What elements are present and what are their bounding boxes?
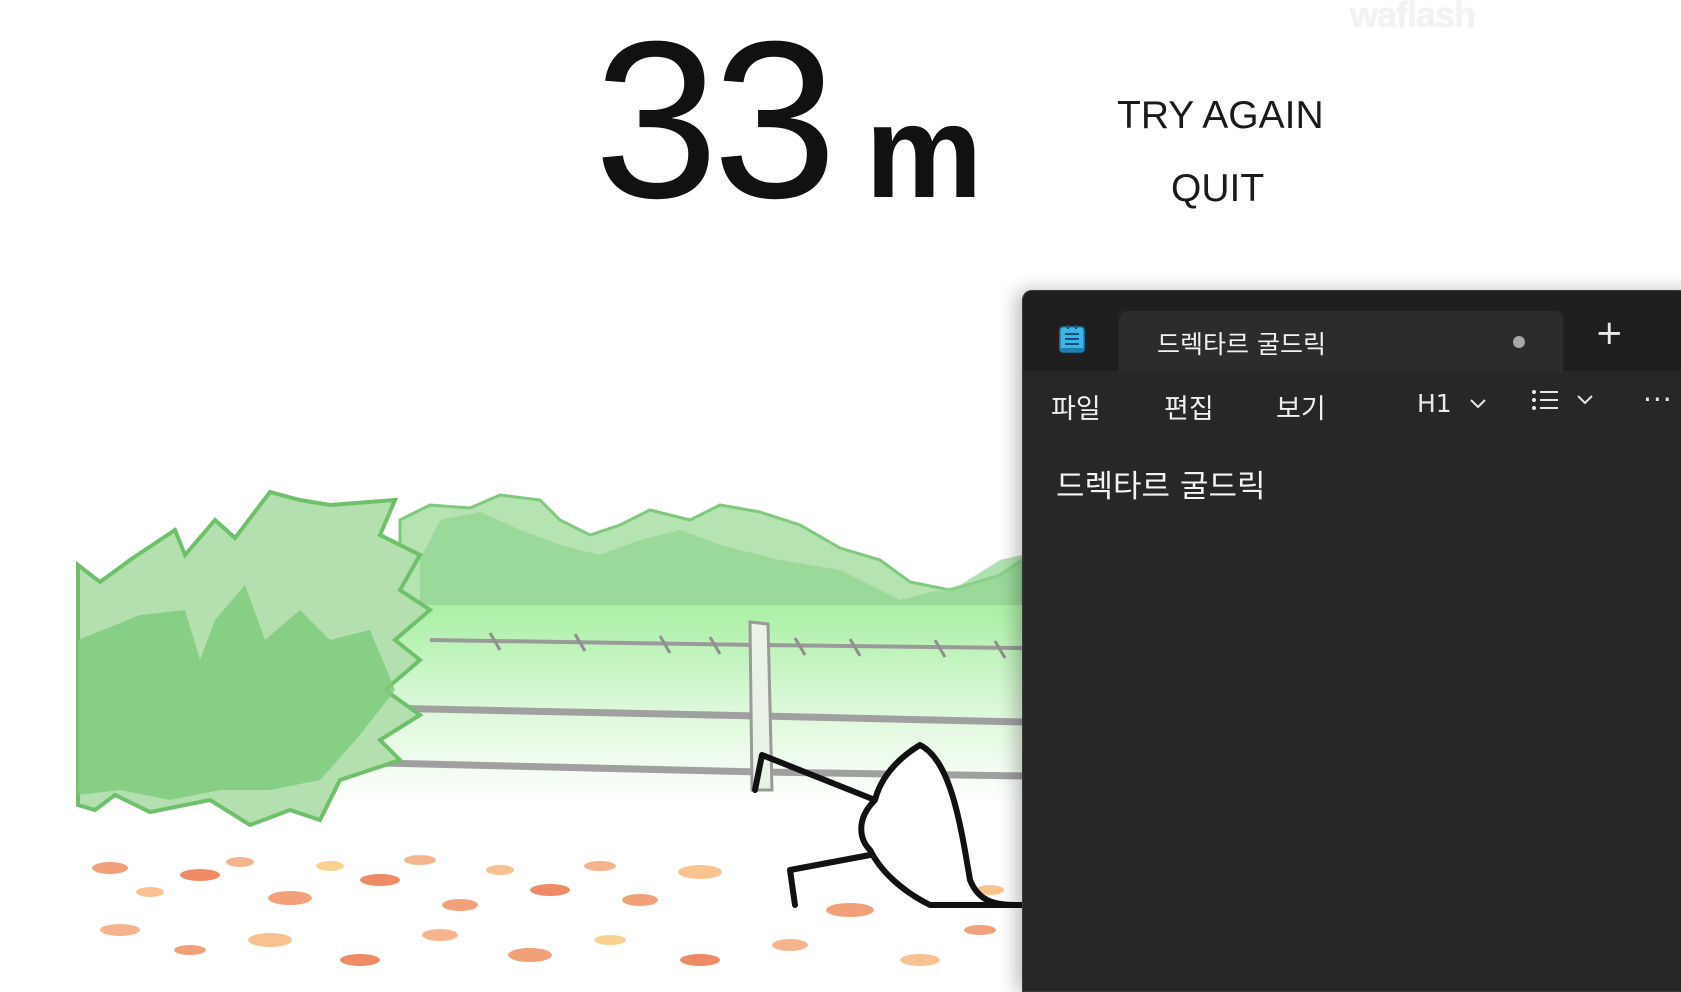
distance-unit: m [865,78,983,225]
watermark: waflash [1350,0,1476,35]
tab-document[interactable]: 드렉타르 굴드릭 [1119,311,1563,373]
new-tab-button[interactable]: + [1595,313,1624,353]
more-icon[interactable]: ··· [1643,383,1673,416]
chevron-down-icon [1470,398,1486,408]
heading-label: H1 [1417,389,1452,418]
distance-value: 33 [594,0,837,245]
editor-content[interactable]: 드렉타르 굴드릭 [1056,461,1266,506]
notepad-icon [1059,325,1085,353]
distance-readout: 33 m [594,8,983,232]
menu-bar: 파일 편집 보기 H1 ··· [1023,373,1681,437]
heading-dropdown[interactable]: H1 [1417,389,1486,418]
notepad-window: 드렉타르 굴드릭 + 파일 편집 보기 H1 ··· 드렉타르 굴드릭 [1022,290,1681,992]
menu-edit[interactable]: 편집 [1164,387,1214,426]
tab-unsaved-dot-icon[interactable] [1513,336,1525,348]
list-icon [1532,390,1558,410]
list-dropdown[interactable] [1531,389,1593,411]
menu-file[interactable]: 파일 [1051,387,1101,426]
tab-title: 드렉타르 굴드릭 [1157,330,1326,359]
menu-view[interactable]: 보기 [1276,387,1326,426]
chevron-down-icon [1577,395,1593,405]
text-editor[interactable]: 드렉타르 굴드릭 [1023,437,1681,991]
titlebar: 드렉타르 굴드릭 + [1023,291,1681,373]
try-again-button[interactable]: TRY AGAIN [1117,94,1324,138]
quit-button[interactable]: QUIT [1171,167,1264,211]
